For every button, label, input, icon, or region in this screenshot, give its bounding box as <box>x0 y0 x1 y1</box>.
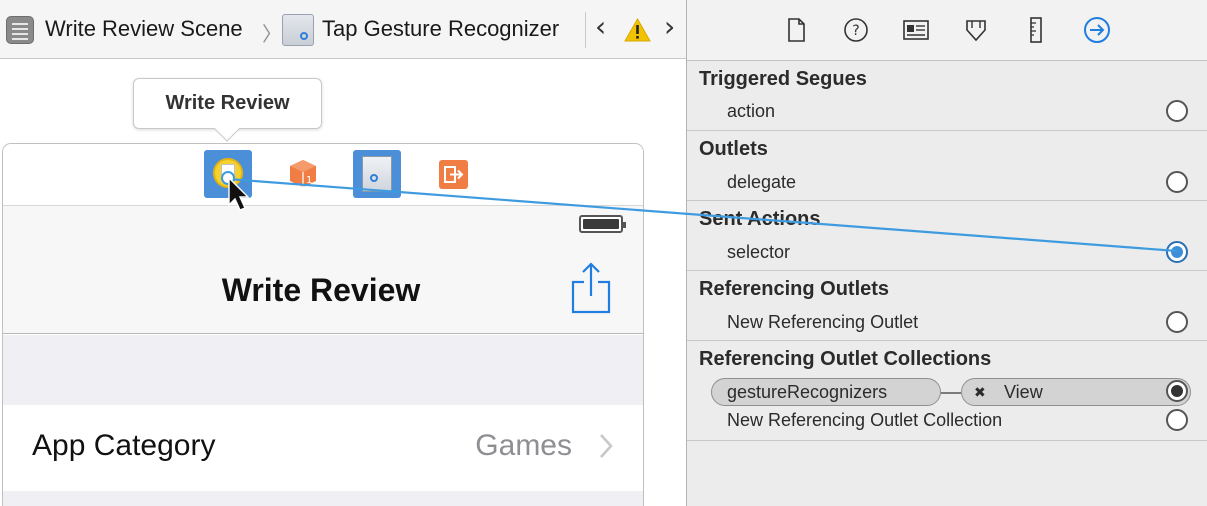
tooltip-text: Write Review <box>165 92 290 114</box>
tap-gesture-icon <box>282 14 314 46</box>
jumpbar-scene-item[interactable]: Write Review Scene <box>45 16 243 42</box>
connection-circle[interactable] <box>1166 311 1188 333</box>
jumpbar-object-item[interactable]: Tap Gesture Recognizer <box>322 16 559 42</box>
scene-tooltip: Write Review <box>133 78 322 142</box>
section-title: Triggered Segues <box>699 68 867 90</box>
svg-text:?: ? <box>852 23 859 39</box>
jumpbar-divider <box>585 12 586 48</box>
jump-bar: Write Review Scene 〉 Tap Gesture Recogni… <box>0 0 686 59</box>
scene-icon <box>6 16 34 44</box>
status-bar <box>3 206 643 270</box>
outlet-row: action <box>687 98 1207 128</box>
connection-target-pill[interactable]: ✖ View <box>961 378 1191 406</box>
connection-circle-active[interactable] <box>1166 241 1188 263</box>
forward-arrow-icon[interactable]: › <box>664 10 675 43</box>
connections-inspector-icon[interactable] <box>1083 16 1111 44</box>
section-title: Outlets <box>699 138 768 160</box>
connected-outlet-row: gestureRecognizers ✖ View <box>687 377 1207 407</box>
table-section-header <box>3 335 643 405</box>
section-title: Referencing Outlets <box>699 278 890 300</box>
jumpbar-separator: 〉 <box>262 24 282 46</box>
referencing-outlet-collections-section: Referencing Outlet Collections gestureRe… <box>687 341 1207 441</box>
battery-icon <box>579 215 626 233</box>
referencing-outlets-section: Referencing Outlets New Referencing Outl… <box>687 271 1207 341</box>
outlet-name-pill: gestureRecognizers <box>711 378 941 406</box>
table-section-footer <box>3 491 643 506</box>
row-label: selector <box>727 242 791 262</box>
sent-actions-section: Sent Actions selector <box>687 201 1207 271</box>
triggered-segues-section: Triggered Segues action <box>687 62 1207 131</box>
connection-link <box>941 392 961 394</box>
connections-inspector: ? Triggered Segues action Outlets delega… <box>686 0 1207 506</box>
cell-value: Games <box>475 429 572 462</box>
outlet-row: New Referencing Outlet Collection <box>687 407 1207 437</box>
connection-circle[interactable] <box>1166 171 1188 193</box>
outlet-row: selector <box>687 239 1207 269</box>
exit-icon[interactable] <box>439 160 468 189</box>
connection-circle[interactable] <box>1166 100 1188 122</box>
file-inspector-icon[interactable] <box>782 16 810 44</box>
navigation-bar: Write Review <box>3 262 643 334</box>
share-icon[interactable] <box>571 262 611 319</box>
connection-circle[interactable] <box>1166 409 1188 431</box>
row-label: action <box>727 101 776 121</box>
section-title: Referencing Outlet Collections <box>699 348 992 370</box>
connection-circle-filled[interactable] <box>1166 380 1188 402</box>
navbar-title: Write Review <box>221 272 421 308</box>
quick-help-icon[interactable]: ? <box>842 16 870 44</box>
section-title: Sent Actions <box>699 208 821 230</box>
warning-icon[interactable] <box>624 17 651 47</box>
back-arrow-icon[interactable]: ‹ <box>595 10 606 43</box>
scene-dock: 1 <box>3 144 643 206</box>
row-label: delegate <box>727 172 797 192</box>
size-inspector-icon[interactable] <box>1022 16 1050 44</box>
remove-connection-icon[interactable]: ✖ <box>974 384 986 401</box>
outlets-section: Outlets delegate <box>687 131 1207 201</box>
cell-label: App Category <box>32 429 216 462</box>
svg-text:1: 1 <box>306 175 312 186</box>
target-label: View <box>1004 382 1043 402</box>
storyboard-canvas[interactable]: Write Review 1 Write Review App Category… <box>0 60 686 506</box>
identity-inspector-icon[interactable] <box>902 16 930 44</box>
row-label: New Referencing Outlet Collection <box>727 410 1003 430</box>
outlet-row: New Referencing Outlet <box>687 309 1207 339</box>
first-responder-icon[interactable]: 1 <box>288 158 318 193</box>
app-category-cell[interactable]: App Category Games <box>3 405 643 491</box>
attributes-inspector-icon[interactable] <box>962 16 990 44</box>
gesture-recognizer-dock-icon[interactable] <box>353 150 401 198</box>
chevron-right-icon <box>599 433 613 464</box>
row-label: New Referencing Outlet <box>727 312 919 332</box>
view-controller-icon[interactable] <box>204 150 252 198</box>
outlet-row: delegate <box>687 169 1207 199</box>
write-review-scene[interactable]: 1 Write Review App Category Games <box>2 143 644 506</box>
inspector-toolbar: ? <box>687 0 1207 61</box>
